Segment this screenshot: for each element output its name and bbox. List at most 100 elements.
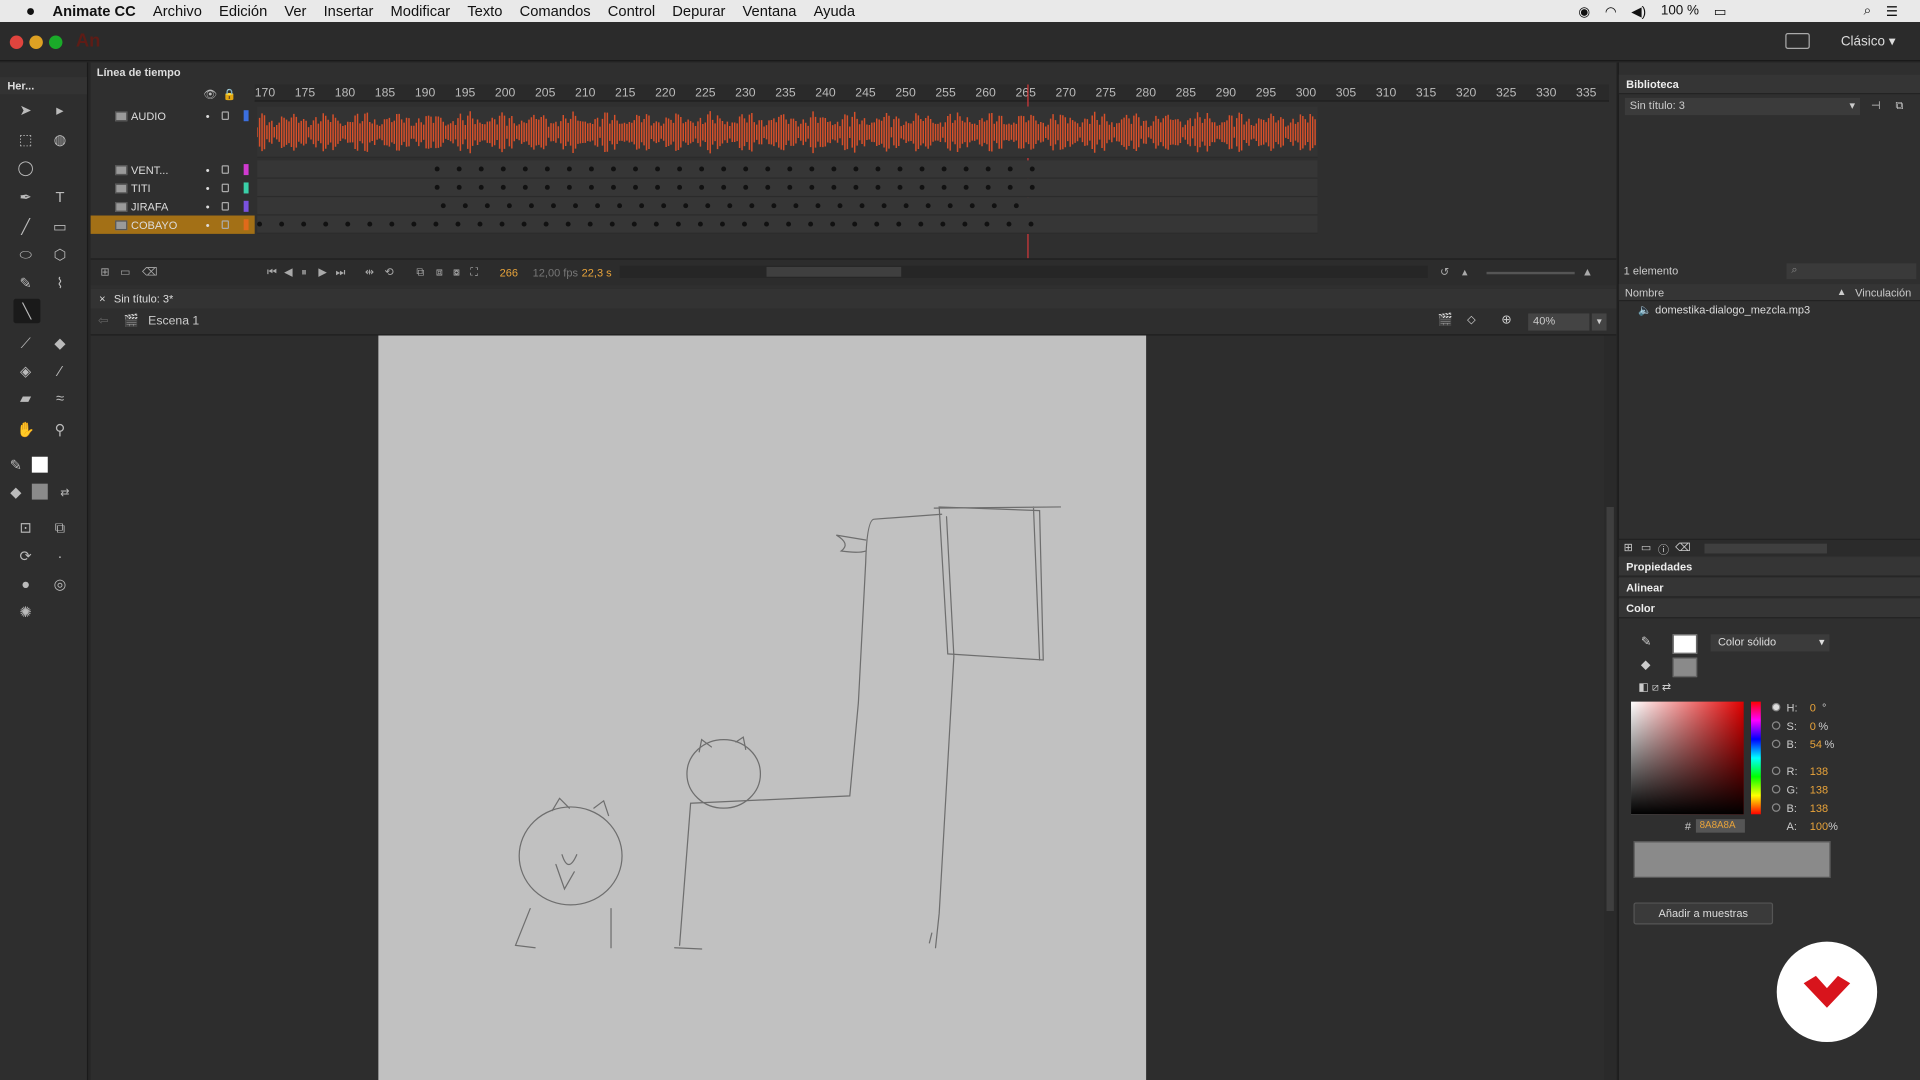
keyframe[interactable] [963,184,969,190]
keyframe[interactable] [1006,221,1012,227]
keyframe[interactable] [727,203,733,209]
frame-ruler[interactable]: 170 175 180 185 190 195 200 205 210 215 220 225 230 2… [254,84,1609,102]
keyframe[interactable] [764,221,769,227]
keyframe[interactable] [859,203,865,209]
zoom-tool-icon[interactable]: ⚲ [49,419,71,441]
lock-all-icon[interactable]: 🔒 [223,88,237,101]
notification-icon[interactable]: ☰ [1886,3,1898,19]
subselection-tool-icon[interactable]: ▸ [49,99,71,121]
h-value[interactable]: 0 [1810,702,1816,714]
keyframe[interactable] [903,203,909,209]
add-to-swatches-button[interactable]: Añadir a muestras [1633,902,1774,925]
keyframe[interactable] [831,184,837,190]
layer-name[interactable]: JIRAFA [131,200,168,212]
layer-row[interactable]: COBAYO • [90,215,255,234]
new-symbol-icon[interactable]: ⊞ [1624,541,1633,554]
loop-playback-icon[interactable]: ↺ [1440,266,1449,279]
onion-outline-icon[interactable]: ⧈ [436,266,443,279]
col-name[interactable]: Nombre [1625,287,1664,299]
3d-rotation-icon[interactable]: ◍ [49,129,71,151]
layer-track[interactable] [256,106,1318,158]
keyframe[interactable] [897,166,903,172]
menu-ventana[interactable]: Ventana [734,0,805,22]
keyframe[interactable] [433,221,439,227]
library-doc-select[interactable]: Sin título: 3 ▾ [1624,97,1861,116]
battery-icon[interactable]: ▭ [1714,3,1727,19]
keyframe[interactable] [721,184,727,190]
keyframe[interactable] [565,221,571,227]
r-value[interactable]: 138 [1810,765,1828,777]
spotlight-icon[interactable]: ⌕ [1864,3,1872,19]
keyframe[interactable] [478,166,484,172]
keyframe[interactable] [595,203,601,209]
oval-tool-icon[interactable]: ⬭ [15,244,37,266]
keyframe[interactable] [896,221,902,227]
minimize-window-button[interactable] [29,35,43,49]
hand-tool-icon[interactable]: ✋ [15,419,37,441]
text-tool-icon[interactable]: T [49,186,71,208]
keyframe[interactable] [411,221,417,227]
free-transform-icon[interactable]: ⬚ [15,129,37,151]
keyframe[interactable] [808,221,814,227]
keyframe[interactable] [456,184,462,190]
hue-slider[interactable] [1751,701,1761,815]
close-window-button[interactable] [9,35,24,49]
keyframe[interactable] [522,184,528,190]
keyframe[interactable] [947,203,953,209]
fill-type-select[interactable]: Color sólido ▾ [1710,634,1830,652]
keyframe[interactable] [786,221,792,227]
pause-icon[interactable]: ⏸ [301,266,307,279]
library-hscroll[interactable] [1704,543,1827,554]
r-radio[interactable] [1771,766,1781,776]
keyframe[interactable] [257,221,263,227]
keyframe[interactable] [301,221,307,227]
blue-value[interactable]: 138 [1810,802,1828,814]
keyframe[interactable] [919,166,925,172]
loop-icon[interactable]: ⟲ [384,266,393,279]
keyframe[interactable] [985,166,991,172]
keyframe[interactable] [1029,166,1035,172]
keyframe[interactable] [506,203,512,209]
blue-radio[interactable] [1771,803,1781,812]
keyframe[interactable] [455,221,461,227]
keyframe[interactable] [609,221,615,227]
keyframe[interactable] [440,203,446,209]
app-menu[interactable]: Animate CC [44,0,144,22]
keyframe[interactable] [633,184,638,190]
keyframe[interactable] [984,221,990,227]
keyframe[interactable] [1007,184,1013,190]
brush-mode-icon[interactable]: · [49,545,71,567]
edit-multiple-icon[interactable]: ⧇ [453,266,460,279]
edit-symbol-icon[interactable]: ⬦ [1467,313,1476,326]
layer-color[interactable] [243,164,249,176]
keyframe[interactable] [853,166,859,172]
new-layer-icon[interactable]: ⊞ [100,266,109,279]
keyframe[interactable] [787,184,793,190]
keyframe[interactable] [831,166,837,172]
keyframe[interactable] [771,203,777,209]
sync-icon[interactable] [1785,33,1810,49]
keyframe[interactable] [566,166,572,172]
selection-tool-icon[interactable]: ➤ [15,99,37,121]
keyframe[interactable] [875,166,881,172]
menu-insertar[interactable]: Insertar [315,0,382,22]
center-frame-icon[interactable]: ⇹ [365,266,374,279]
layer-name[interactable]: COBAYO [131,219,177,231]
menu-comandos[interactable]: Comandos [511,0,599,22]
swap-colors-icon[interactable]: ⇄ [54,481,76,503]
zoom-in-frames-icon[interactable]: ▲ [1582,266,1593,278]
layer-name[interactable]: AUDIO [131,110,166,122]
brush-tool-icon[interactable]: ⌇ [49,272,71,294]
lasso-icon[interactable]: ◯ [15,157,37,179]
keyframe[interactable] [837,203,843,209]
properties-icon[interactable]: ⓘ [1658,541,1669,557]
zoom-out-frames-icon[interactable]: ▴ [1462,266,1468,279]
volume-icon[interactable]: ◀) [1631,3,1646,19]
go-first-frame-icon[interactable]: ⏮ [267,266,277,279]
keyframe[interactable] [918,221,924,227]
eyedropper-icon[interactable]: ⁄ [49,360,71,382]
keyframe[interactable] [323,221,329,227]
layer-color[interactable] [243,182,249,194]
timeline-scrollbar[interactable] [619,265,1428,278]
layer-track[interactable] [257,197,1318,216]
